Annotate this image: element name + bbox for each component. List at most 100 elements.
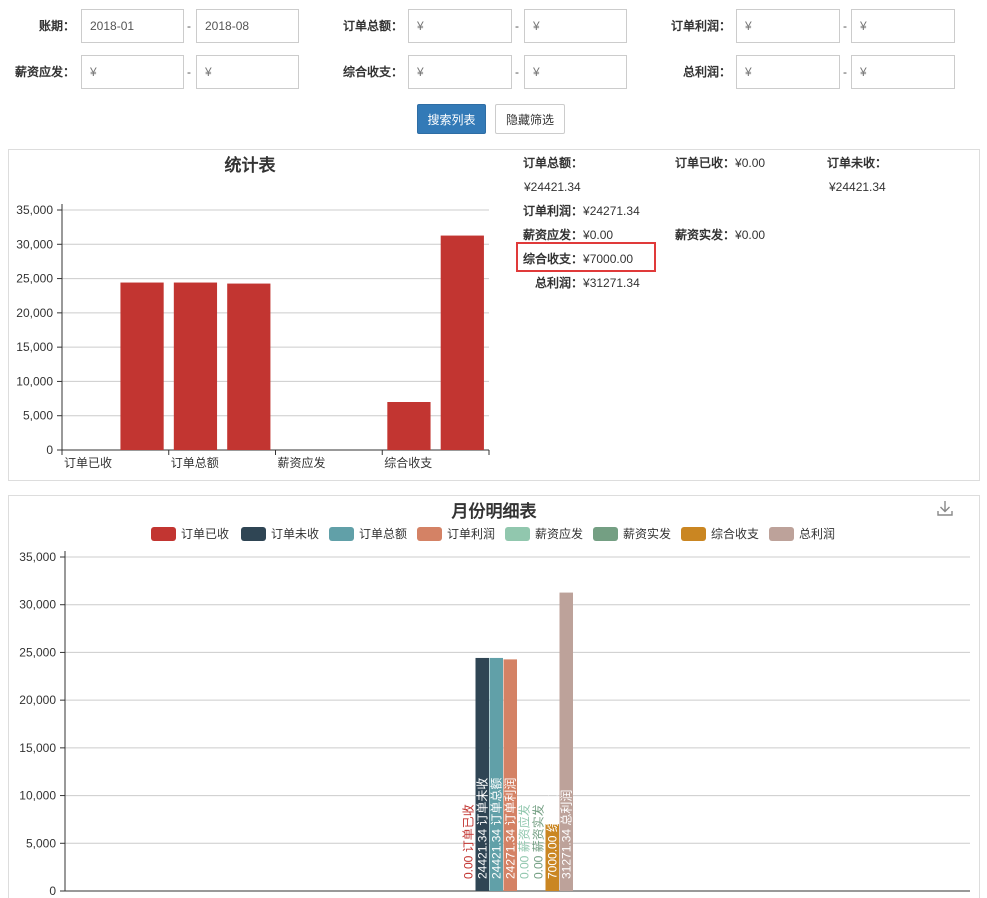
- x-tick-label: 薪资应发: [278, 455, 326, 470]
- search-list-button[interactable]: 搜索列表: [417, 104, 486, 134]
- summary-salary-due: 薪资应发：¥0.00: [523, 227, 613, 243]
- bar: [173, 282, 218, 450]
- monthly-detail-chart: 月份明细表订单已收 订单未收 订单总额 订单利润 薪资应发 薪资实发 综合收支 总利润 0 5,0…: [19, 501, 970, 898]
- combined-highlight-box: [516, 242, 656, 272]
- total-profit-to-input[interactable]: [851, 55, 955, 89]
- range-dash: -: [843, 65, 847, 79]
- summary-order-unreceived: 订单未收：: [827, 155, 887, 171]
- data-label: 7000.00 综合收支: [544, 784, 559, 879]
- legend-label: 订单已收: [181, 527, 229, 541]
- x-tick-label: 订单已收: [64, 456, 112, 470]
- period-to-input[interactable]: [196, 9, 299, 43]
- summary-order-total: 订单总额：: [523, 155, 583, 171]
- range-dash: -: [843, 19, 847, 33]
- summary-order-unreceived-label: 订单未收：: [827, 156, 888, 170]
- summary-salary-paid-label: 薪资实发：: [675, 228, 736, 242]
- filter-label-combined: 综合收支：: [342, 65, 403, 79]
- data-label: 0.00 薪资应发: [516, 804, 531, 879]
- chart-title: 月份明细表: [451, 501, 538, 521]
- statistics-chart: 统计表 0 5,000 10,000 15,000 20,000 25,000 30,000 3…: [16, 155, 490, 470]
- legend-swatch: [593, 527, 618, 541]
- y-tick-label: 25,000: [19, 645, 56, 659]
- range-dash: -: [515, 19, 519, 33]
- legend-label: 薪资实发: [623, 526, 671, 541]
- y-tick-label: 20,000: [16, 306, 53, 320]
- range-dash: -: [515, 65, 519, 79]
- summary-total-profit: 总利润：¥31271.34: [535, 275, 640, 291]
- hide-filter-button[interactable]: 隐藏筛选: [495, 104, 565, 134]
- summary-total-profit-value: ¥31271.34: [583, 276, 640, 290]
- summary-order-total-value: ¥24421.34: [524, 180, 581, 194]
- summary-order-total-label: 订单总额：: [523, 156, 584, 170]
- summary-order-received: 订单已收：¥0.00: [675, 155, 765, 171]
- filter-label-order-profit: 订单利润：: [670, 19, 731, 33]
- order-total-from-input[interactable]: [408, 9, 512, 43]
- legend-swatch: [329, 527, 354, 541]
- x-tick-label: 订单总额: [171, 456, 219, 470]
- x-tick-label: 综合收支: [384, 455, 432, 470]
- order-profit-to-input[interactable]: [851, 9, 955, 43]
- y-tick-label: 35,000: [19, 550, 56, 564]
- range-dash: -: [187, 65, 191, 79]
- y-tick-label: 0: [46, 443, 53, 457]
- filter-row-2: 薪资应发： - 综合收支： - 总利润： -: [0, 55, 987, 89]
- y-tick-label: 5,000: [26, 836, 56, 850]
- data-label: 24421.34 订单未收: [475, 778, 489, 879]
- combined-to-input[interactable]: [524, 55, 627, 89]
- filter-row-1: 账期： - 订单总额： - 订单利润： -: [0, 9, 987, 43]
- y-tick-label: 35,000: [16, 203, 53, 217]
- y-tick-label: 5,000: [23, 409, 53, 423]
- bar: [440, 235, 484, 450]
- salary-due-to-input[interactable]: [196, 55, 299, 89]
- bar: [387, 402, 431, 450]
- legend-label: 订单利润: [447, 527, 495, 541]
- summary-order-received-label: 订单已收：: [675, 156, 736, 170]
- y-tick-label: 10,000: [16, 374, 53, 388]
- summary-salary-paid-value: ¥0.00: [735, 228, 766, 242]
- y-tick-label: 30,000: [16, 237, 53, 251]
- legend-label: 薪资应发: [535, 526, 583, 541]
- salary-due-from-input[interactable]: [81, 55, 184, 89]
- filter-label-order-total: 订单总额：: [342, 19, 403, 33]
- legend-label: 综合收支: [711, 526, 759, 541]
- chart-title: 统计表: [225, 155, 277, 175]
- summary-order-profit: 订单利润：¥24271.34: [523, 203, 640, 219]
- legend-label: 订单总额: [359, 527, 407, 541]
- order-total-to-input[interactable]: [524, 9, 627, 43]
- legend-swatch: [769, 527, 794, 541]
- period-from-input[interactable]: [81, 9, 184, 43]
- filter-label-salary-due: 薪资应发：: [14, 65, 75, 79]
- combined-from-input[interactable]: [408, 55, 512, 89]
- bar: [120, 282, 164, 450]
- legend-label: 订单未收: [271, 527, 319, 541]
- y-tick-label: 20,000: [19, 693, 56, 707]
- summary-order-unreceived-value: ¥24421.34: [829, 180, 886, 194]
- data-label: 0.00 订单已收: [461, 804, 475, 879]
- data-label: 24421.34 订单总额: [489, 778, 503, 879]
- y-tick-label: 10,000: [19, 789, 56, 803]
- summary-order-received-value: ¥0.00: [735, 156, 766, 170]
- data-label: 31271.34 总利润: [559, 790, 573, 879]
- bar: [227, 283, 271, 450]
- filter-label-total-profit: 总利润：: [682, 65, 731, 79]
- y-tick-label: 15,000: [16, 340, 53, 354]
- range-dash: -: [187, 19, 191, 33]
- summary-salary-due-value: ¥0.00: [583, 228, 614, 242]
- download-icon[interactable]: [936, 499, 954, 517]
- legend-swatch: [241, 527, 266, 541]
- filter-label-period: 账期：: [38, 19, 75, 33]
- y-tick-label: 25,000: [16, 272, 53, 286]
- order-profit-from-input[interactable]: [736, 9, 840, 43]
- summary-salary-paid: 薪资实发：¥0.00: [675, 227, 765, 243]
- legend-swatch: [681, 527, 706, 541]
- y-tick-label: 15,000: [19, 741, 56, 755]
- summary-total-profit-label: 总利润：: [535, 276, 584, 290]
- summary-salary-due-label: 薪资应发：: [523, 228, 584, 242]
- data-label: 0.00 薪资实发: [530, 804, 545, 879]
- legend-swatch: [151, 527, 176, 541]
- data-label: 24271.34 订单利润: [503, 778, 517, 879]
- summary-order-profit-label: 订单利润：: [523, 204, 584, 218]
- legend-swatch: [505, 527, 530, 541]
- summary-order-profit-value: ¥24271.34: [583, 204, 640, 218]
- total-profit-from-input[interactable]: [736, 55, 840, 89]
